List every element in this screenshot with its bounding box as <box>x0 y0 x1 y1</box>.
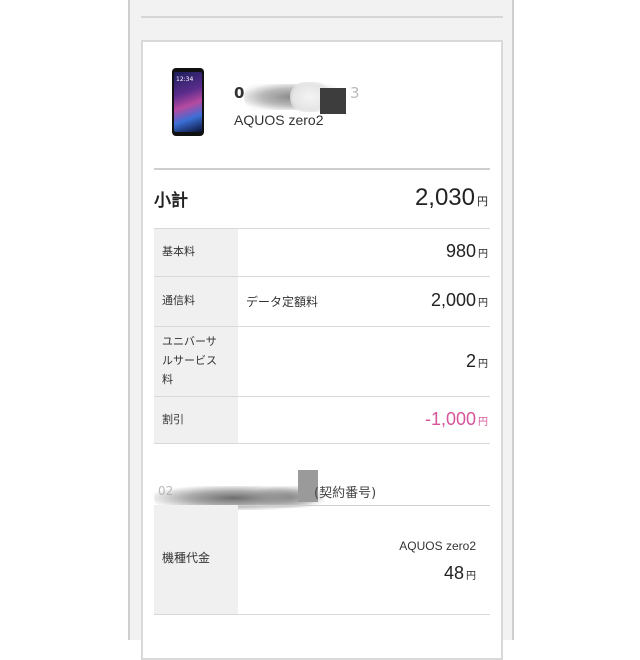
row-value: 2円 <box>466 351 488 372</box>
subtotal-value: 2,030 円 <box>415 184 488 212</box>
row-label: 割引 <box>162 413 184 426</box>
row-detail: データ定額料 <box>246 295 319 309</box>
top-divider <box>141 16 503 18</box>
phone-number-tail: 3 <box>350 84 360 102</box>
row-amount: 48 <box>443 563 464 583</box>
device-clock: 12:34 <box>176 76 194 83</box>
row-label-line: ユニバーサ <box>162 335 217 348</box>
device-cost-value: 48 円 <box>444 563 476 584</box>
row-amount: 980 <box>445 241 476 261</box>
row-amount: -1,000 <box>424 409 476 429</box>
yen-unit: 円 <box>466 571 476 582</box>
fee-row-communication: 通信料 データ定額料 2,000 円 <box>154 276 490 326</box>
device-cost-model: AQUOS zero2 <box>399 539 476 553</box>
fee-row-basic: 基本料 980 円 <box>154 228 490 276</box>
contract-number-label: (契約番号) <box>314 486 377 501</box>
subtotal-label: 小計 <box>154 191 188 211</box>
discount-value: -1,000 円 <box>425 409 488 430</box>
redaction-block <box>320 88 346 114</box>
device-model-name: AQUOS zero2 <box>234 112 324 128</box>
section-divider <box>154 168 490 170</box>
device-cost-row: 機種代金 AQUOS zero2 48 円 <box>154 505 490 615</box>
row-label-line: ルサービス <box>162 354 217 367</box>
yen-unit: 円 <box>478 298 488 309</box>
row-value: 980 円 <box>446 241 488 262</box>
fee-row-discount: 割引 -1,000 円 <box>154 396 490 444</box>
row-value: 2,000 円 <box>431 290 488 311</box>
device-image: 12:34 <box>172 68 204 136</box>
fee-row-universal-service: ユニバーサ ルサービス 料 2円 <box>154 326 490 396</box>
yen-unit: 円 <box>478 359 488 370</box>
yen-unit: 円 <box>478 417 488 428</box>
row-label: 基本料 <box>162 245 195 258</box>
row-amount: 2 <box>465 351 476 371</box>
yen-unit: 円 <box>477 195 488 208</box>
contract-number-header: 02 (契約番号) <box>154 468 490 510</box>
row-amount: 2,000 <box>430 290 476 310</box>
row-label: 通信料 <box>162 294 195 307</box>
yen-unit: 円 <box>478 249 488 260</box>
row-label-line: 料 <box>162 373 173 386</box>
row-label: 機種代金 <box>162 551 211 565</box>
subtotal-amount: 2,030 <box>414 184 475 211</box>
